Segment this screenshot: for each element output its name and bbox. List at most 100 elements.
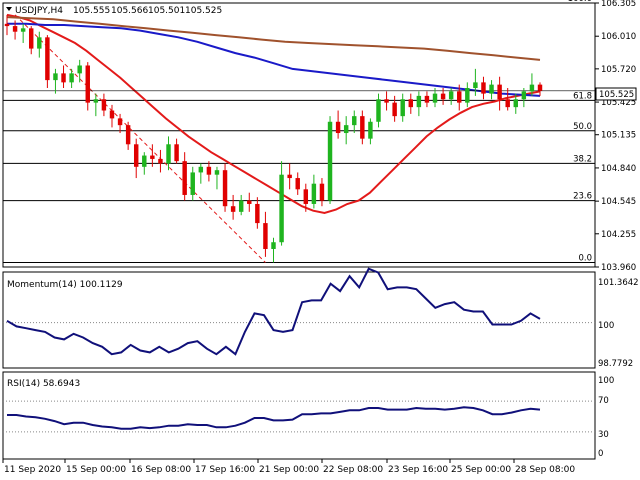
symbol-label: USDJPY,H4	[15, 6, 63, 16]
candle-body	[45, 37, 50, 81]
candle-body	[343, 125, 349, 134]
current-price-label: 105.525	[599, 90, 634, 100]
rsi-title: RSI(14) 58.6943	[7, 379, 80, 389]
candle-body	[432, 93, 438, 103]
candle-body	[12, 26, 18, 32]
fib-level-label: 0.0	[578, 253, 592, 263]
candle-body	[20, 28, 26, 32]
fib-level-label: 100.0	[568, 0, 592, 4]
candle-body	[29, 28, 34, 49]
time-tick-label: 17 Sep 16:00	[195, 465, 255, 475]
candle-body	[303, 189, 309, 204]
candle-body	[376, 99, 381, 122]
price-tick-label: 106.010	[601, 32, 636, 42]
rsi-tick-100: 100	[598, 376, 614, 386]
candle-body	[93, 99, 99, 103]
rsi-tick-70: 70	[598, 396, 609, 406]
candle-body	[335, 121, 341, 134]
fib-level-label: 61.8	[573, 91, 592, 101]
time-tick-label: 15 Sep 00:00	[66, 465, 126, 475]
candle-body	[327, 121, 333, 201]
candle-body	[101, 99, 107, 111]
ohlc-high: 105.566	[111, 6, 148, 16]
candle-body	[37, 37, 42, 49]
candle-body	[489, 84, 494, 94]
candle-body	[529, 84, 535, 92]
candle-body	[230, 206, 236, 212]
candle-body	[61, 73, 66, 83]
price-tick-label: 106.305	[601, 0, 636, 9]
candle-body	[133, 144, 139, 167]
candle-body	[384, 99, 389, 103]
candle-body	[271, 242, 276, 249]
candle-body	[142, 155, 147, 167]
fib-level-label: 23.6	[573, 192, 592, 202]
candle-body	[125, 125, 131, 145]
candle-body	[69, 73, 74, 83]
candle-body	[400, 99, 405, 117]
time-tick-label: 28 Sep 08:00	[515, 465, 575, 475]
candle-body	[247, 200, 252, 204]
candle-body	[4, 23, 10, 27]
price-tick-label: 105.135	[601, 131, 636, 141]
candle-body	[368, 121, 373, 139]
candle-body	[497, 84, 502, 100]
time-tick-label: 16 Sep 08:00	[131, 465, 191, 475]
price-tick-label: 103.960	[601, 263, 636, 273]
candle-body	[416, 95, 422, 108]
rsi-tick-30: 30	[598, 430, 609, 440]
ohlc-close: 105.525	[185, 6, 222, 16]
time-tick-label: 21 Sep 00:00	[259, 465, 319, 475]
fib-level-label: 50.0	[573, 122, 592, 132]
candle-body	[85, 65, 90, 103]
candle-body	[77, 65, 82, 74]
candle-body	[255, 203, 260, 224]
momentum-title: Momentum(14) 100.1129	[7, 280, 123, 290]
price-tick-label: 104.840	[601, 164, 636, 174]
candle-body	[109, 110, 115, 119]
chart-header: USDJPY,H4 105.555 105.566 105.501 105.52…	[6, 6, 222, 16]
candle-body	[319, 183, 325, 201]
candle-body	[117, 118, 123, 126]
candle-body	[537, 84, 543, 91]
price-tick-label: 104.255	[601, 230, 636, 240]
candle-body	[457, 91, 462, 103]
candle-body	[190, 172, 195, 195]
time-tick-label: 23 Sep 16:00	[388, 465, 448, 475]
candle-body	[238, 200, 244, 212]
candle-body	[150, 155, 155, 159]
time-tick-label: 11 Sep 2020	[4, 465, 61, 475]
price-axis: 106.305106.010105.720105.425105.135104.8…	[595, 0, 636, 273]
candle-body	[214, 170, 220, 175]
candle-body	[279, 174, 284, 243]
candle-body	[158, 158, 163, 164]
candle-body	[465, 87, 470, 103]
candle-body	[222, 170, 228, 207]
candle-body	[408, 99, 414, 108]
ohlc-open: 105.555	[73, 6, 110, 16]
time-tick-label: 25 Sep 00:00	[451, 465, 511, 475]
candle-body	[392, 102, 397, 117]
candle-body	[473, 82, 478, 88]
candle-body	[263, 223, 268, 249]
candle-body	[182, 161, 187, 195]
momentum-tick-max: 101.3642	[598, 278, 639, 288]
candle-body	[505, 99, 510, 108]
candle-body	[440, 93, 446, 100]
candle-body	[521, 91, 527, 100]
momentum-tick-mid: 100	[598, 321, 614, 331]
candle-body	[287, 174, 292, 179]
trading-chart: 100.0 61.8 50.0 38.2 23.6 0.0 106.305 106.010 1…	[2, 0, 639, 475]
price-tick-label: 104.545	[601, 197, 636, 207]
ohlc-low: 105.501	[148, 6, 185, 16]
time-axis: 11 Sep 2020 15 Sep 00:00 16 Sep 08:00 17 Se…	[2, 459, 575, 475]
candle-body	[424, 95, 430, 103]
candle-body	[174, 144, 179, 162]
price-tick-label: 105.720	[601, 65, 636, 75]
candle-body	[352, 116, 357, 126]
rsi-tick-0: 0	[598, 449, 603, 459]
fib-level-label: 38.2	[573, 154, 592, 164]
candle-body	[166, 144, 171, 164]
candle-body	[448, 91, 454, 100]
candle-body	[53, 73, 58, 81]
